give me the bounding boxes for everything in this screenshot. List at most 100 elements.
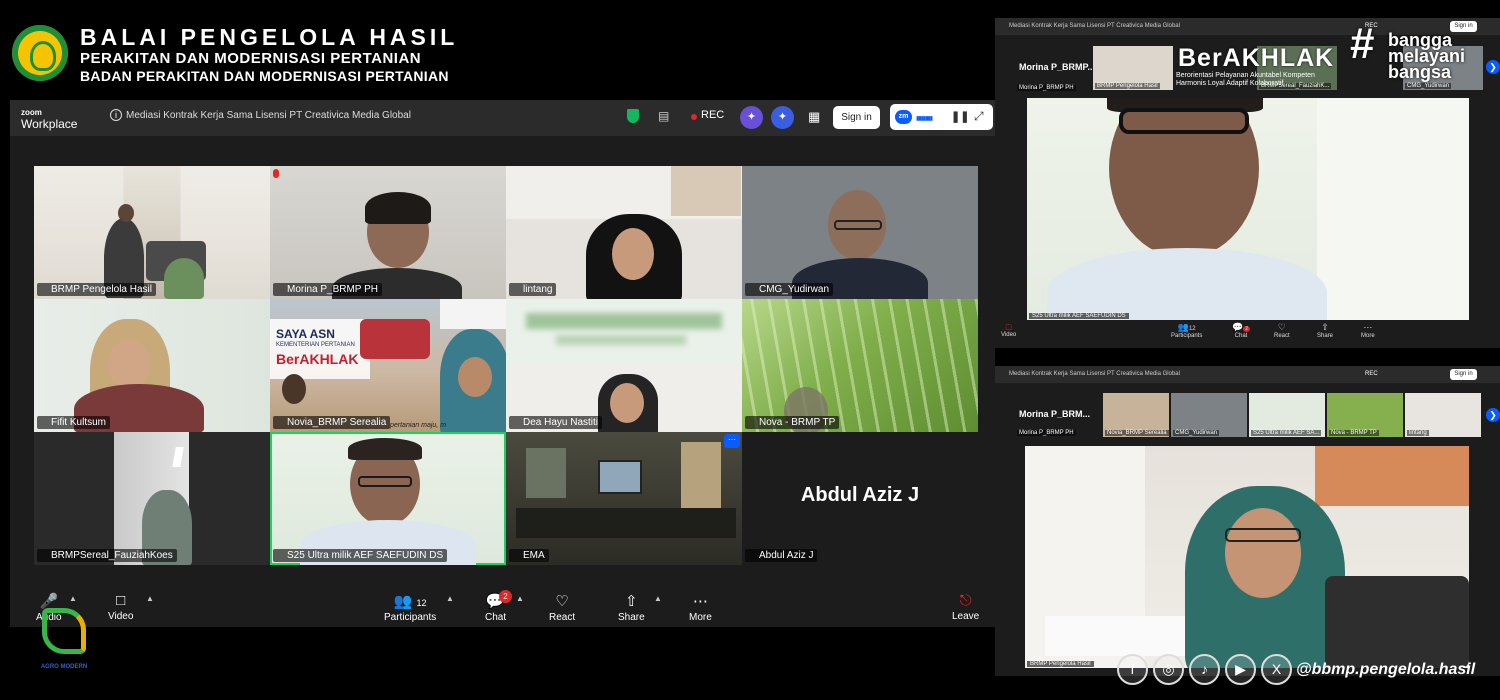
meeting-title: Mediasi Kontrak Kerja Sama Lisensi PT Cr… — [126, 110, 411, 121]
next-arrow-icon[interactable]: ❯ — [1486, 408, 1500, 422]
participant-name: Morina P_BRMP PH — [273, 283, 382, 296]
pause-icon[interactable]: ❚❚ — [951, 110, 969, 123]
more-label: More — [689, 612, 712, 623]
share-button[interactable]: ⇧ Share — [1317, 322, 1333, 339]
video-caret-icon[interactable]: ▲ — [146, 594, 154, 603]
strip-tile[interactable]: CMG_Yudirwan — [1171, 393, 1247, 437]
meeting-top-bar: zoom Workplace i Mediasi Kontrak Kerja S… — [10, 100, 995, 136]
video-button[interactable]: □ Video — [108, 592, 133, 622]
participant-name: CMG_Yudirwan — [1173, 430, 1220, 436]
meeting-title: Mediasi Kontrak Kerja Sama Lisensi PT Cr… — [1009, 371, 1180, 377]
chat-badge: 2 — [1243, 326, 1250, 332]
video-tile[interactable]: BRMP Pengelola Hasil — [34, 166, 270, 299]
video-tile[interactable]: Dea Hayu Nastiti — [506, 299, 742, 432]
video-tile[interactable]: SAYA ASN KEMENTERIAN PERTANIAN BerAKHLAK… — [270, 299, 506, 432]
banner-caption: pertanian maju, m — [390, 422, 447, 429]
ai-companion-icon[interactable]: ✦ — [740, 106, 763, 129]
share-label: Share — [1317, 333, 1334, 339]
share-button[interactable]: ⇧ Share — [618, 592, 645, 623]
participant-name: Novia_BRMP Serealia — [1105, 430, 1169, 436]
audio-caret-icon[interactable]: ▲ — [69, 594, 77, 603]
chat-label: Chat — [1234, 333, 1248, 339]
video-button[interactable]: □ Video — [1001, 322, 1016, 338]
facebook-icon: f — [1117, 654, 1148, 685]
right-top-toolbar: □ Video 👥12 Participants 💬 2 Chat ♡ React ⇧ Sh… — [995, 322, 1500, 348]
next-arrow-icon[interactable]: ❯ — [1486, 60, 1500, 74]
main-video[interactable]: S25 Ultra milik AEF SAEFUDIN DS — [1027, 98, 1469, 320]
video-tile[interactable]: Nova - BRMP TP — [742, 299, 978, 432]
strip-tile[interactable]: Morina P_BRMP PH — [1015, 73, 1087, 91]
ai-sparkle-icon[interactable]: ✦ — [771, 106, 794, 129]
right-bottom-bar: Mediasi Kontrak Kerja Sama Lisensi PT Cr… — [995, 366, 1500, 383]
info-icon[interactable]: i — [110, 109, 122, 121]
right-bottom-zoom-window: Mediasi Kontrak Kerja Sama Lisensi PT Cr… — [995, 366, 1500, 676]
sign-in-button[interactable]: Sign in — [833, 106, 880, 129]
sign-in-button[interactable]: Sign in — [1450, 21, 1477, 32]
react-button[interactable]: ♡ React — [1274, 322, 1290, 339]
more-dots-icon: ⋯ — [1363, 322, 1373, 332]
participant-name: lintang — [509, 283, 557, 296]
audio-wave-icon: ▮▮▮▮▮▮▮ — [916, 116, 933, 122]
banner-title: BALAI PENGELOLA HASIL — [80, 24, 459, 50]
video-label: Video — [108, 611, 134, 622]
encryption-shield-icon[interactable] — [627, 109, 639, 123]
participant-name: BRMPSereal_FauziahKoes — [37, 549, 177, 562]
video-label: Video — [1001, 332, 1017, 338]
video-tile[interactable]: lintang — [506, 166, 742, 299]
more-button[interactable]: ⋯ More — [1361, 322, 1375, 339]
strip-tile[interactable]: BRMP Pengelola Hasil — [1093, 46, 1173, 90]
chat-button[interactable]: 💬 2 Chat — [485, 590, 512, 623]
video-tile-active-speaker[interactable]: S25 Ultra milik AEF SAEFUDIN DS — [270, 432, 506, 565]
more-dots-icon: ⋯ — [692, 593, 708, 610]
strip-tile[interactable]: lintang — [1405, 393, 1481, 437]
participant-name: EMA — [509, 549, 549, 562]
berakhlak-subtitle: Berorientasi Pelayanan Akuntabel Kompete… — [1176, 72, 1315, 87]
share-screen-icon: ⇧ — [1321, 322, 1329, 332]
participants-caret-icon[interactable]: ▲ — [446, 594, 454, 603]
heart-icon: ♡ — [1277, 322, 1286, 332]
zoom-mini-control[interactable]: zm ▮▮▮▮▮▮▮ ❚❚ ⤢ — [890, 104, 993, 130]
video-camera-icon: □ — [116, 592, 126, 609]
active-speaker-label: Morina P_BRM... — [1019, 409, 1091, 419]
saya-asn-text: SAYA ASN — [276, 327, 335, 341]
notes-icon[interactable]: ▤ — [658, 109, 669, 123]
strip-tile[interactable]: Morina P_BRMP PH — [1015, 420, 1095, 436]
video-tile[interactable]: CMG_Yudirwan — [742, 166, 978, 299]
banner-subtitle: PERAKITAN DAN MODERNISASI PERTANIAN — [80, 50, 422, 67]
share-caret-icon[interactable]: ▲ — [654, 594, 662, 603]
react-label: React — [1274, 333, 1290, 339]
apps-grid-icon[interactable]: ▦ — [808, 109, 820, 125]
video-tile[interactable]: Fifit Kultsum — [34, 299, 270, 432]
video-grid: BRMP Pengelola Hasil Morina P_BRMP PH li… — [34, 166, 978, 565]
avatar-name-text: Abdul Aziz J — [800, 484, 920, 506]
video-tile-no-video[interactable]: Abdul Aziz J Abdul Aziz J — [742, 432, 978, 565]
tile-more-icon[interactable]: ⋯ — [724, 434, 740, 448]
chat-button[interactable]: 💬 2 Chat — [1232, 322, 1250, 339]
video-tile[interactable]: ⋯ EMA — [506, 432, 742, 565]
berakhlak-text: BerAKHLAK — [276, 351, 359, 367]
muted-mic-icon — [273, 169, 279, 178]
main-video[interactable]: BRMP Pengelola Hasil — [1025, 446, 1469, 668]
agro-modern-logo: AGRO MODERN — [38, 608, 90, 670]
react-button[interactable]: ♡ React — [549, 592, 575, 623]
meeting-title: Mediasi Kontrak Kerja Sama Lisensi PT Cr… — [1009, 23, 1180, 29]
leave-button[interactable]: ⎋ Leave — [952, 592, 979, 622]
strip-tile[interactable]: Nova - BRMP TP — [1327, 393, 1403, 437]
participants-button[interactable]: 👥 12 Participants — [384, 592, 436, 623]
berakhlak-overlay: BerAKHLAK — [1178, 44, 1335, 72]
chat-bubble-icon: 💬 2 — [1232, 322, 1250, 332]
video-tile[interactable]: BRMPSereal_FauziahKoes — [34, 432, 270, 565]
banner-agency: BADAN PERAKITAN DAN MODERNISASI PERTANIA… — [80, 68, 449, 84]
rec-label[interactable]: REC — [701, 109, 724, 121]
chat-caret-icon[interactable]: ▲ — [516, 594, 524, 603]
expand-icon[interactable]: ⤢ — [974, 109, 984, 124]
more-button[interactable]: ⋯ More — [689, 592, 712, 623]
participant-name: S25 Ultra milik AEF SA... — [1251, 430, 1322, 436]
video-tile[interactable]: Morina P_BRMP PH — [270, 166, 506, 299]
strip-tile[interactable]: S25 Ultra milik AEF SA... — [1249, 393, 1325, 437]
leave-door-icon: ⎋ — [959, 592, 972, 609]
meeting-toolbar: 🎤 Audio ▲ □ Video ▲ 👥 12 Participants ▲ … — [10, 582, 995, 627]
sign-in-button[interactable]: Sign in — [1450, 369, 1477, 380]
participants-button[interactable]: 👥12 Participants — [1171, 322, 1202, 339]
strip-tile[interactable]: Novia_BRMP Serealia — [1103, 393, 1169, 437]
